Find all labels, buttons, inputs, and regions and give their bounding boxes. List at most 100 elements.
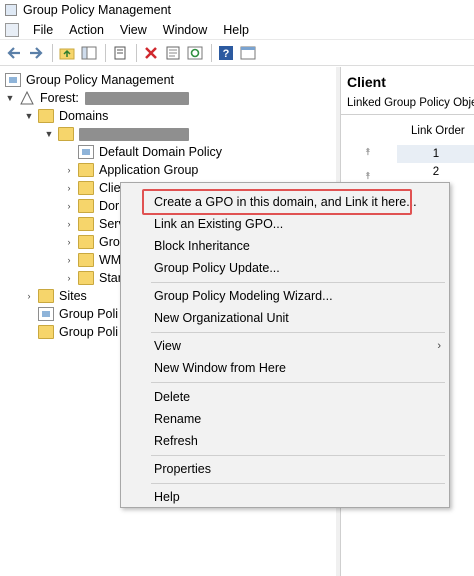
copy-icon[interactable]	[110, 43, 130, 63]
gpo-link-icon	[78, 145, 94, 159]
forest-icon	[19, 90, 35, 105]
gpm-icon	[5, 73, 21, 87]
title-bar: Group Policy Management	[0, 0, 474, 20]
sites-icon	[38, 289, 54, 303]
delete-icon[interactable]	[141, 43, 161, 63]
tree-item-label: Dor	[99, 199, 120, 213]
tree-forest[interactable]: ▼ Forest:	[5, 89, 189, 107]
up-folder-icon[interactable]	[57, 43, 77, 63]
chevron-right-icon[interactable]: ›	[64, 201, 74, 211]
toolbar-separator	[105, 43, 106, 62]
tree-item-label: Gro	[99, 235, 120, 249]
domains-icon	[38, 109, 54, 123]
tree-item-serv[interactable]: › Serv	[64, 215, 125, 233]
tree-item-label: Group Poli	[59, 325, 119, 339]
tree-gp-modeling[interactable]: Group Poli	[38, 305, 118, 323]
menu-item-delete[interactable]: Delete	[121, 386, 451, 408]
tree-item-gro[interactable]: › Gro	[64, 233, 120, 251]
table-row[interactable]: 1	[397, 145, 474, 163]
menu-bar: File Action View Window Help	[0, 20, 474, 40]
tree-item-star[interactable]: › Star	[64, 269, 122, 287]
redacted-domain-name	[79, 127, 189, 141]
menu-item-block-inheritance[interactable]: Block Inheritance	[121, 235, 451, 257]
tab-linked-gpos[interactable]: Linked Group Policy Objects	[347, 97, 474, 109]
tree-sites[interactable]: › Sites	[24, 287, 87, 305]
chevron-right-icon[interactable]: ›	[64, 255, 74, 265]
show-hide-tree-icon[interactable]	[79, 43, 99, 63]
chevron-right-icon: ›	[437, 340, 441, 352]
console-icon[interactable]	[5, 22, 19, 37]
tree-item-wm[interactable]: › WM	[64, 251, 121, 269]
menu-item-help[interactable]: Help	[121, 486, 451, 508]
toolbar: ?	[0, 40, 474, 66]
forest-label: Forest:	[40, 91, 79, 105]
table-row[interactable]: 2	[397, 163, 474, 181]
back-icon[interactable]	[4, 43, 24, 63]
domains-label: Domains	[59, 109, 109, 123]
move-up-icon[interactable]: ⯭	[361, 147, 375, 161]
gp-results-icon	[38, 325, 54, 339]
tree-domains[interactable]: ▼ Domains	[24, 107, 108, 125]
chevron-down-icon[interactable]: ▼	[44, 129, 54, 139]
tree-root[interactable]: Group Policy Management	[5, 71, 174, 89]
menu-separator	[151, 483, 445, 484]
chevron-down-icon[interactable]: ▼	[24, 111, 34, 121]
toolbar-separator	[136, 43, 137, 62]
forward-icon[interactable]	[26, 43, 46, 63]
menu-view[interactable]: View	[112, 23, 155, 37]
help-icon[interactable]: ?	[216, 43, 236, 63]
menu-item-new-window[interactable]: New Window from Here	[121, 357, 451, 379]
ou-icon	[78, 163, 94, 177]
tree-item-default-domain-policy[interactable]: Default Domain Policy	[78, 143, 222, 161]
menu-item-refresh[interactable]: Refresh	[121, 430, 451, 452]
chevron-right-icon[interactable]: ›	[64, 183, 74, 193]
tree-item-label: Group Poli	[59, 307, 119, 321]
chevron-down-icon[interactable]: ▼	[5, 93, 15, 103]
menu-item-link-existing-gpo[interactable]: Link an Existing GPO...	[121, 213, 451, 235]
menu-item-view[interactable]: View ›	[121, 335, 451, 357]
menu-separator	[151, 455, 445, 456]
tab-divider	[341, 114, 474, 115]
menu-separator	[151, 282, 445, 283]
highlight-box	[142, 189, 412, 215]
menu-item-view-label: View	[154, 339, 181, 353]
menu-item-new-ou[interactable]: New Organizational Unit	[121, 307, 451, 329]
tree-gp-results[interactable]: Group Poli	[38, 323, 118, 341]
tree-item-application-group[interactable]: › Application Group	[64, 161, 198, 179]
column-header-link-order[interactable]: Link Order	[411, 125, 465, 137]
gp-modeling-icon	[38, 307, 54, 321]
tree-item-dor[interactable]: › Dor	[64, 197, 119, 215]
menu-help[interactable]: Help	[215, 23, 257, 37]
tree-domain[interactable]: ▼	[44, 125, 189, 143]
tree-root-label: Group Policy Management	[26, 73, 174, 87]
chevron-right-icon[interactable]: ›	[24, 291, 34, 301]
toolbar-separator	[52, 43, 53, 62]
menu-item-modeling-wizard[interactable]: Group Policy Modeling Wizard...	[121, 285, 451, 307]
chevron-right-icon[interactable]: ›	[64, 273, 74, 283]
starter-gpos-icon	[78, 271, 94, 285]
context-menu: Create a GPO in this domain, and Link it…	[120, 182, 450, 508]
window-title: Group Policy Management	[23, 3, 171, 17]
menu-file[interactable]: File	[25, 23, 61, 37]
tree-item-label: Sites	[59, 289, 87, 303]
menu-item-rename[interactable]: Rename	[121, 408, 451, 430]
properties-icon[interactable]	[163, 43, 183, 63]
chevron-right-icon[interactable]: ›	[64, 165, 74, 175]
svg-text:?: ?	[223, 48, 230, 60]
ou-icon	[78, 199, 94, 213]
domain-icon	[58, 127, 74, 141]
panel-icon[interactable]	[238, 43, 258, 63]
menu-item-gp-update[interactable]: Group Policy Update...	[121, 257, 451, 279]
menu-item-properties[interactable]: Properties	[121, 458, 451, 480]
refresh-icon[interactable]	[185, 43, 205, 63]
toolbar-separator	[211, 43, 212, 62]
menu-window[interactable]: Window	[155, 23, 215, 37]
menu-action[interactable]: Action	[61, 23, 112, 37]
tree-item-label: Application Group	[99, 163, 199, 177]
ou-icon	[78, 181, 94, 195]
chevron-right-icon[interactable]: ›	[64, 237, 74, 247]
chevron-right-icon[interactable]: ›	[64, 219, 74, 229]
tree-item-label: Default Domain Policy	[99, 145, 222, 159]
app-icon	[5, 4, 17, 16]
menu-separator	[151, 382, 445, 383]
